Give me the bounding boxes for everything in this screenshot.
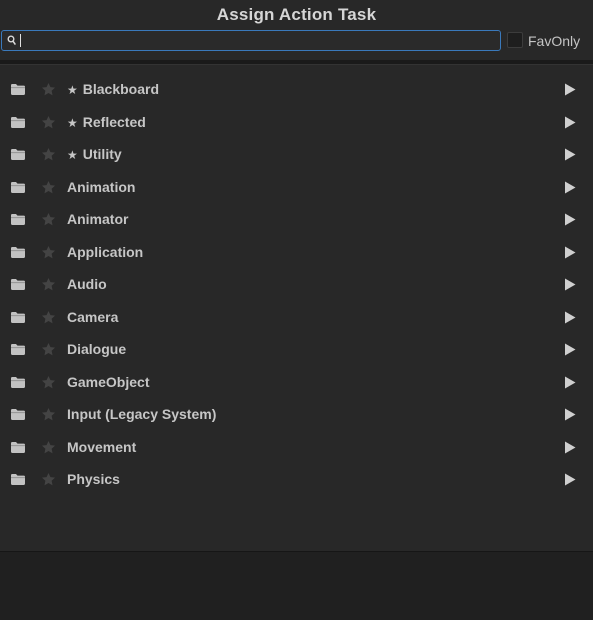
list-item-label: Animation bbox=[67, 179, 135, 195]
list-item-label: Movement bbox=[67, 439, 136, 455]
list-item-application[interactable]: Application bbox=[0, 236, 593, 269]
list-item-label: Audio bbox=[67, 276, 107, 292]
play-arrow-icon[interactable] bbox=[564, 473, 576, 486]
description-panel bbox=[0, 551, 593, 620]
play-arrow-icon[interactable] bbox=[564, 376, 576, 389]
list-item-text: Reflected bbox=[82, 113, 146, 130]
search-input[interactable] bbox=[19, 31, 497, 50]
star-icon[interactable] bbox=[41, 472, 56, 487]
fav-only-checkbox[interactable] bbox=[507, 32, 523, 48]
list-item-physics[interactable]: Physics bbox=[0, 463, 593, 496]
star-icon[interactable] bbox=[41, 440, 56, 455]
folder-icon bbox=[11, 474, 25, 485]
play-arrow-icon[interactable] bbox=[564, 441, 576, 454]
search-icon bbox=[7, 35, 16, 46]
list-item-prefix: ★ bbox=[67, 83, 78, 97]
list-item-label: ★ Blackboard bbox=[67, 81, 159, 97]
play-arrow-icon[interactable] bbox=[564, 83, 576, 96]
list-item-label: ★ Utility bbox=[67, 146, 122, 162]
list-item-text: Application bbox=[67, 243, 144, 260]
list-item-text: Dialogue bbox=[67, 341, 127, 357]
assign-action-task-window: Assign Action Task FavOnly ★ Blackboard bbox=[0, 0, 593, 620]
category-list: ★ Blackboard ★ Reflected ★ Utility Anima… bbox=[0, 73, 593, 551]
star-icon[interactable] bbox=[41, 245, 56, 260]
star-icon[interactable] bbox=[41, 212, 56, 227]
window-title: Assign Action Task bbox=[216, 5, 377, 24]
play-arrow-icon[interactable] bbox=[564, 116, 576, 129]
star-icon[interactable] bbox=[41, 180, 56, 195]
folder-icon bbox=[11, 116, 25, 128]
list-item-utility[interactable]: ★ Utility bbox=[0, 138, 593, 171]
list-item-text: Utility bbox=[82, 146, 122, 162]
list-item-text: GameObject bbox=[67, 373, 150, 390]
list-item-movement[interactable]: Movement bbox=[0, 431, 593, 464]
list-item-text: Input (Legacy System) bbox=[67, 406, 217, 422]
folder-icon bbox=[11, 344, 25, 355]
star-icon[interactable] bbox=[41, 147, 56, 162]
list-item-label: Dialogue bbox=[67, 341, 126, 357]
folder-icon bbox=[11, 409, 25, 420]
list-item-text: Blackboard bbox=[82, 81, 160, 97]
folder-icon bbox=[11, 311, 25, 323]
star-icon[interactable] bbox=[41, 115, 56, 130]
list-item-text: Animator bbox=[67, 211, 129, 227]
list-item-text: Camera bbox=[67, 308, 119, 325]
star-icon[interactable] bbox=[41, 82, 56, 97]
star-icon[interactable] bbox=[41, 277, 56, 292]
play-arrow-icon[interactable] bbox=[564, 408, 576, 421]
folder-icon bbox=[11, 376, 25, 388]
play-arrow-icon[interactable] bbox=[564, 311, 576, 324]
search-box[interactable] bbox=[1, 30, 501, 51]
list-item-text: Animation bbox=[67, 178, 136, 195]
star-icon[interactable] bbox=[41, 375, 56, 390]
list-item-text: Movement bbox=[67, 438, 137, 455]
list-item-audio[interactable]: Audio bbox=[0, 268, 593, 301]
list-item-dialogue[interactable]: Dialogue bbox=[0, 333, 593, 366]
list-item-label: Physics bbox=[67, 471, 120, 487]
list-item-animation[interactable]: Animation bbox=[0, 171, 593, 204]
list-item-animator[interactable]: Animator bbox=[0, 203, 593, 236]
list-item-label: Animator bbox=[67, 211, 128, 227]
list-item-text: Physics bbox=[67, 471, 120, 487]
folder-icon bbox=[11, 441, 25, 453]
play-arrow-icon[interactable] bbox=[564, 181, 576, 194]
list-item-input-legacy-system[interactable]: Input (Legacy System) bbox=[0, 398, 593, 431]
list-item-text: Audio bbox=[67, 276, 107, 292]
list-item-prefix: ★ bbox=[67, 148, 78, 162]
list-item-camera[interactable]: Camera bbox=[0, 301, 593, 334]
list-item-gameobject[interactable]: GameObject bbox=[0, 366, 593, 399]
folder-icon bbox=[11, 214, 25, 225]
list-item-label: GameObject bbox=[67, 374, 149, 390]
folder-icon bbox=[11, 84, 25, 95]
star-icon[interactable] bbox=[41, 310, 56, 325]
play-arrow-icon[interactable] bbox=[564, 148, 576, 161]
play-arrow-icon[interactable] bbox=[564, 343, 576, 356]
folder-icon bbox=[11, 246, 25, 258]
play-arrow-icon[interactable] bbox=[564, 278, 576, 291]
list-item-label: Camera bbox=[67, 309, 118, 325]
star-icon[interactable] bbox=[41, 342, 56, 357]
list-item-label: Input (Legacy System) bbox=[67, 406, 216, 422]
play-arrow-icon[interactable] bbox=[564, 213, 576, 226]
list-item-prefix: ★ bbox=[67, 115, 78, 130]
folder-icon bbox=[11, 149, 25, 160]
list-item-label: Application bbox=[67, 244, 143, 260]
star-icon[interactable] bbox=[41, 407, 56, 422]
list-item-label: ★ Reflected bbox=[67, 114, 146, 130]
list-item-blackboard[interactable]: ★ Blackboard bbox=[0, 73, 593, 106]
folder-icon bbox=[11, 181, 25, 193]
search-row: FavOnly bbox=[0, 30, 593, 52]
header-divider bbox=[0, 60, 593, 65]
text-caret bbox=[20, 34, 21, 47]
play-arrow-icon[interactable] bbox=[564, 246, 576, 259]
folder-icon bbox=[11, 279, 25, 290]
list-item-reflected[interactable]: ★ Reflected bbox=[0, 106, 593, 139]
fav-only-label[interactable]: FavOnly bbox=[528, 33, 580, 49]
